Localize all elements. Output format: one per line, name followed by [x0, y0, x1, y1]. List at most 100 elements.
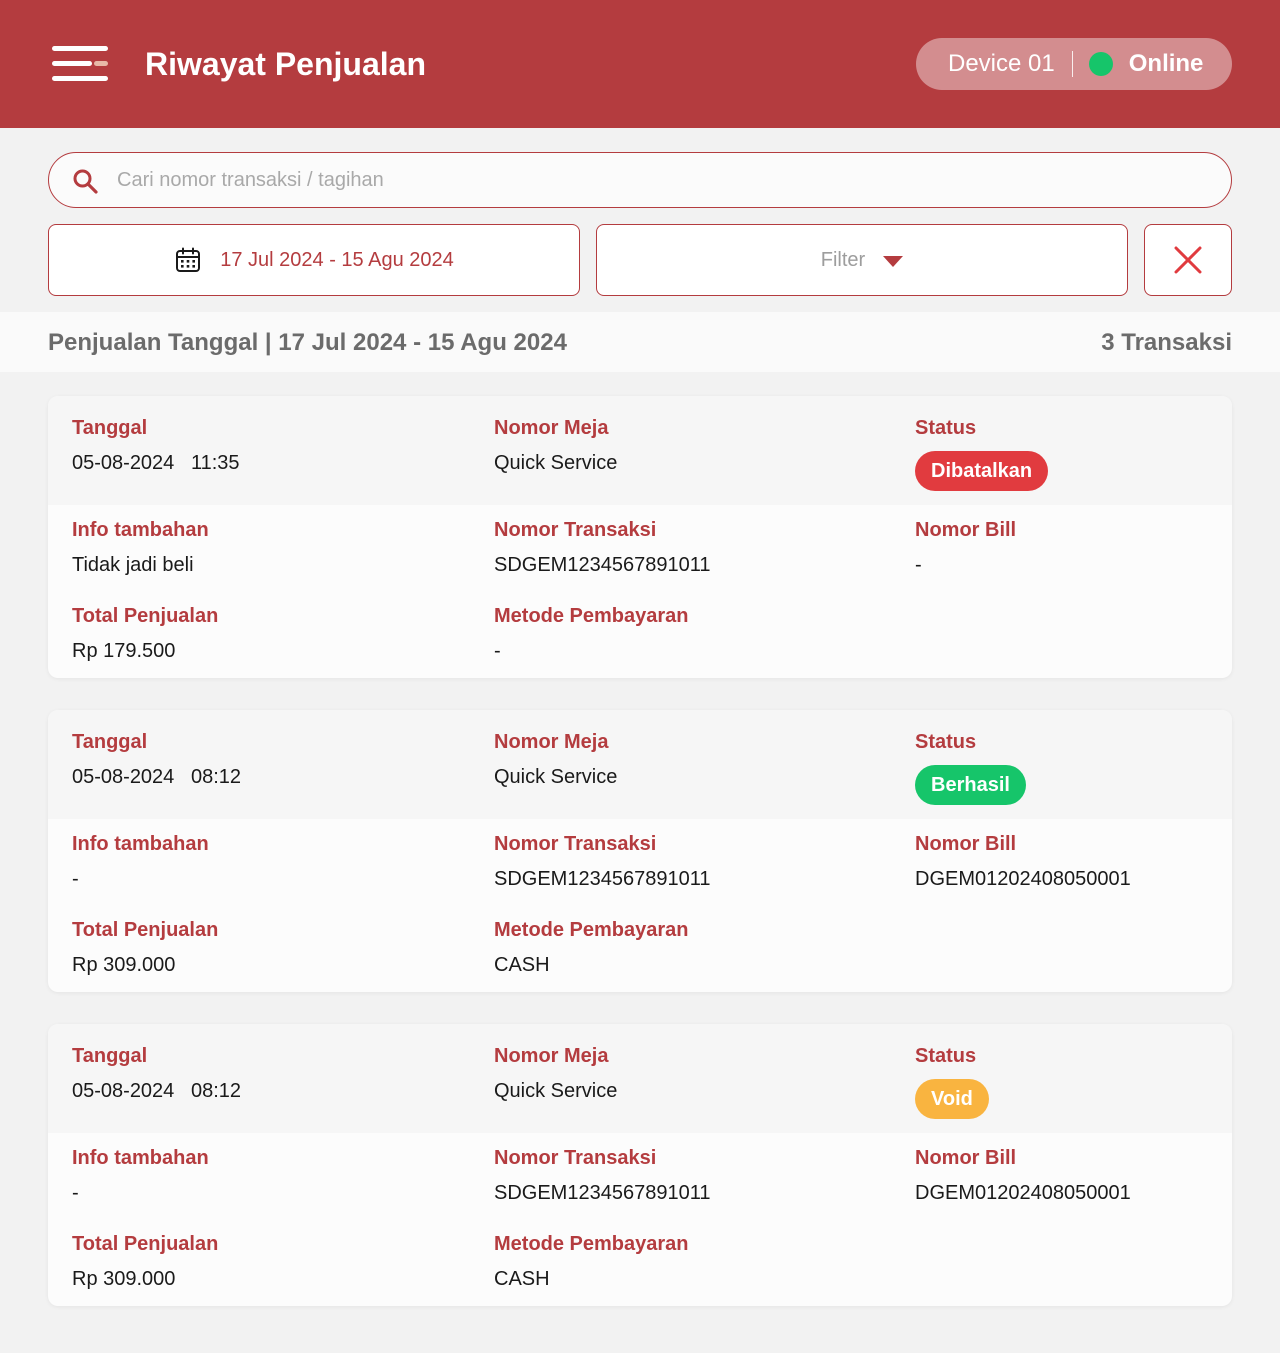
transaction-card[interactable]: Tanggal 05-08-2024 08:12 Nomor Meja Quic…: [48, 710, 1232, 992]
status-badge: Dibatalkan: [915, 451, 1049, 491]
table-field: Nomor Meja Quick Service: [494, 416, 617, 475]
page-title: Riwayat Penjualan: [145, 46, 426, 82]
date-value: 05-08-2024 11:35: [72, 452, 240, 474]
status-badge: Void: [915, 1079, 989, 1119]
menu-icon[interactable]: [52, 46, 110, 82]
payment-method-value: CASH: [494, 1268, 550, 1290]
clear-filter-button[interactable]: [1144, 224, 1232, 296]
total-value: Rp 309.000: [72, 1268, 176, 1290]
status-field: Status Berhasil: [915, 730, 1026, 805]
divider: [1071, 51, 1073, 77]
status-label: Status: [915, 1045, 977, 1067]
total-label: Total Penjualan: [72, 1233, 219, 1255]
info-field: Info tambahan Tidak jadi beli: [72, 518, 209, 577]
total-label: Total Penjualan: [72, 919, 219, 941]
date-value: 05-08-2024 08:12: [72, 1080, 242, 1102]
table-field: Nomor Meja Quick Service: [494, 1044, 617, 1103]
payment-method-label: Metode Pembayaran: [494, 1233, 689, 1255]
sales-summary-bar: Penjualan Tanggal | 17 Jul 2024 - 15 Agu…: [0, 312, 1280, 372]
total-value: Rp 309.000: [72, 954, 176, 976]
total-field: Total Penjualan Rp 179.500: [72, 604, 218, 663]
info-label: Info tambahan: [72, 1147, 209, 1169]
app-bar: Riwayat Penjualan Device 01 Online: [0, 0, 1280, 128]
date-label: Tanggal: [72, 1045, 148, 1067]
table-value: Quick Service: [494, 452, 618, 474]
bill-number-label: Nomor Bill: [915, 1147, 1017, 1169]
transaction-number-label: Nomor Transaksi: [494, 519, 657, 541]
transaction-card[interactable]: Tanggal 05-08-2024 11:35 Nomor Meja Quic…: [48, 396, 1232, 678]
status-field: Status Void: [915, 1044, 989, 1119]
table-value: Quick Service: [494, 1080, 618, 1102]
date-range-label: 17 Jul 2024 - 15 Agu 2024: [220, 248, 454, 271]
transaction-card[interactable]: Tanggal 05-08-2024 08:12 Nomor Meja Quic…: [48, 1024, 1232, 1306]
status-label: Status: [915, 417, 977, 439]
date-value: 05-08-2024 08:12: [72, 766, 242, 788]
payment-method-field: Metode Pembayaran -: [494, 604, 689, 663]
transaction-number-value: SDGEM1234567891011: [494, 554, 711, 576]
calendar-icon: [176, 247, 201, 272]
date-field: Tanggal 05-08-2024 11:35: [72, 416, 240, 475]
transaction-number-field: Nomor Transaksi SDGEM1234567891011: [494, 1146, 710, 1205]
transaction-number-field: Nomor Transaksi SDGEM1234567891011: [494, 832, 710, 891]
date-range-button[interactable]: 17 Jul 2024 - 15 Agu 2024: [48, 224, 580, 296]
payment-method-value: CASH: [494, 954, 550, 976]
payment-method-field: Metode Pembayaran CASH: [494, 918, 689, 977]
info-value: -: [72, 868, 79, 890]
transaction-number-label: Nomor Transaksi: [494, 833, 657, 855]
table-label: Nomor Meja: [494, 731, 609, 753]
info-value: Tidak jadi beli: [72, 554, 194, 576]
transaction-count: 3 Transaksi: [1101, 329, 1232, 356]
bill-number-field: Nomor Bill DGEM01202408050001: [915, 832, 1131, 891]
bill-number-value: DGEM01202408050001: [915, 1182, 1131, 1204]
payment-method-value: -: [494, 640, 501, 662]
date-label: Tanggal: [72, 417, 148, 439]
total-field: Total Penjualan Rp 309.000: [72, 1232, 218, 1291]
chevron-down-icon: [883, 255, 904, 267]
status-label: Status: [915, 731, 977, 753]
info-label: Info tambahan: [72, 519, 209, 541]
transaction-number-label: Nomor Transaksi: [494, 1147, 657, 1169]
bill-number-value: -: [915, 554, 922, 576]
date-field: Tanggal 05-08-2024 08:12: [72, 730, 241, 789]
close-icon: [1174, 246, 1202, 274]
table-field: Nomor Meja Quick Service: [494, 730, 617, 789]
total-label: Total Penjualan: [72, 605, 219, 627]
transaction-number-value: SDGEM1234567891011: [494, 1182, 711, 1204]
menu-bar: [52, 46, 108, 51]
device-name: Device 01: [948, 50, 1055, 77]
bill-number-field: Nomor Bill -: [915, 518, 1016, 577]
menu-bar: [52, 61, 92, 66]
filter-label: Filter: [820, 248, 866, 271]
filter-dropdown[interactable]: Filter: [596, 224, 1128, 296]
table-label: Nomor Meja: [494, 1045, 609, 1067]
menu-bar: [52, 76, 108, 81]
status-badge: Berhasil: [915, 765, 1026, 805]
date-label: Tanggal: [72, 731, 148, 753]
payment-method-label: Metode Pembayaran: [494, 919, 689, 941]
bill-number-label: Nomor Bill: [915, 833, 1017, 855]
online-status-dot-icon: [1088, 52, 1113, 76]
search-bar[interactable]: [48, 152, 1232, 208]
status-field: Status Dibatalkan: [915, 416, 1049, 491]
device-status-pill[interactable]: Device 01 Online: [916, 38, 1232, 90]
info-field: Info tambahan -: [72, 832, 209, 891]
info-value: -: [72, 1182, 79, 1204]
bill-number-value: DGEM01202408050001: [915, 868, 1131, 890]
bill-number-field: Nomor Bill DGEM01202408050001: [915, 1146, 1131, 1205]
search-icon: [73, 169, 98, 194]
connection-status: Online: [1128, 50, 1204, 77]
date-field: Tanggal 05-08-2024 08:12: [72, 1044, 241, 1103]
payment-method-field: Metode Pembayaran CASH: [494, 1232, 689, 1291]
info-label: Info tambahan: [72, 833, 209, 855]
info-field: Info tambahan -: [72, 1146, 209, 1205]
total-value: Rp 179.500: [72, 640, 176, 662]
payment-method-label: Metode Pembayaran: [494, 605, 689, 627]
menu-bar-accent: [94, 61, 108, 66]
table-label: Nomor Meja: [494, 417, 609, 439]
transaction-number-field: Nomor Transaksi SDGEM1234567891011: [494, 518, 710, 577]
bill-number-label: Nomor Bill: [915, 519, 1017, 541]
total-field: Total Penjualan Rp 309.000: [72, 918, 218, 977]
search-input[interactable]: [117, 163, 1207, 197]
transaction-number-value: SDGEM1234567891011: [494, 868, 711, 890]
table-value: Quick Service: [494, 766, 618, 788]
